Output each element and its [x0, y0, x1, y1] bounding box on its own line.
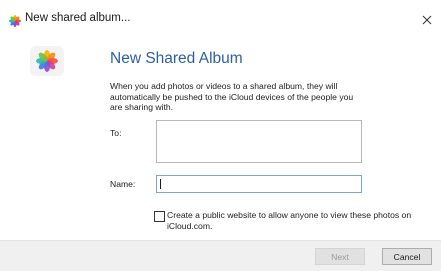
public-website-checkbox[interactable]	[154, 211, 165, 222]
name-label: Name:	[110, 179, 136, 189]
photos-app-icon	[30, 46, 64, 76]
recipients-field[interactable]	[156, 120, 362, 163]
window-title: New shared album...	[25, 12, 131, 24]
photos-icon	[9, 14, 21, 27]
public-website-label[interactable]: Create a public website to allow anyone …	[167, 210, 425, 231]
next-button[interactable]: Next	[315, 248, 365, 265]
text-caret	[160, 179, 161, 189]
close-icon	[422, 15, 432, 25]
album-name-field[interactable]	[156, 175, 362, 193]
page-title: New Shared Album	[110, 50, 243, 67]
description-text: When you add photos or videos to a share…	[110, 81, 354, 112]
title-bar: New shared album...	[0, 0, 441, 40]
cancel-button[interactable]: Cancel	[382, 248, 432, 265]
dialog-footer: Next Cancel	[0, 240, 441, 271]
close-button[interactable]	[413, 8, 441, 32]
to-label: To:	[110, 128, 122, 138]
